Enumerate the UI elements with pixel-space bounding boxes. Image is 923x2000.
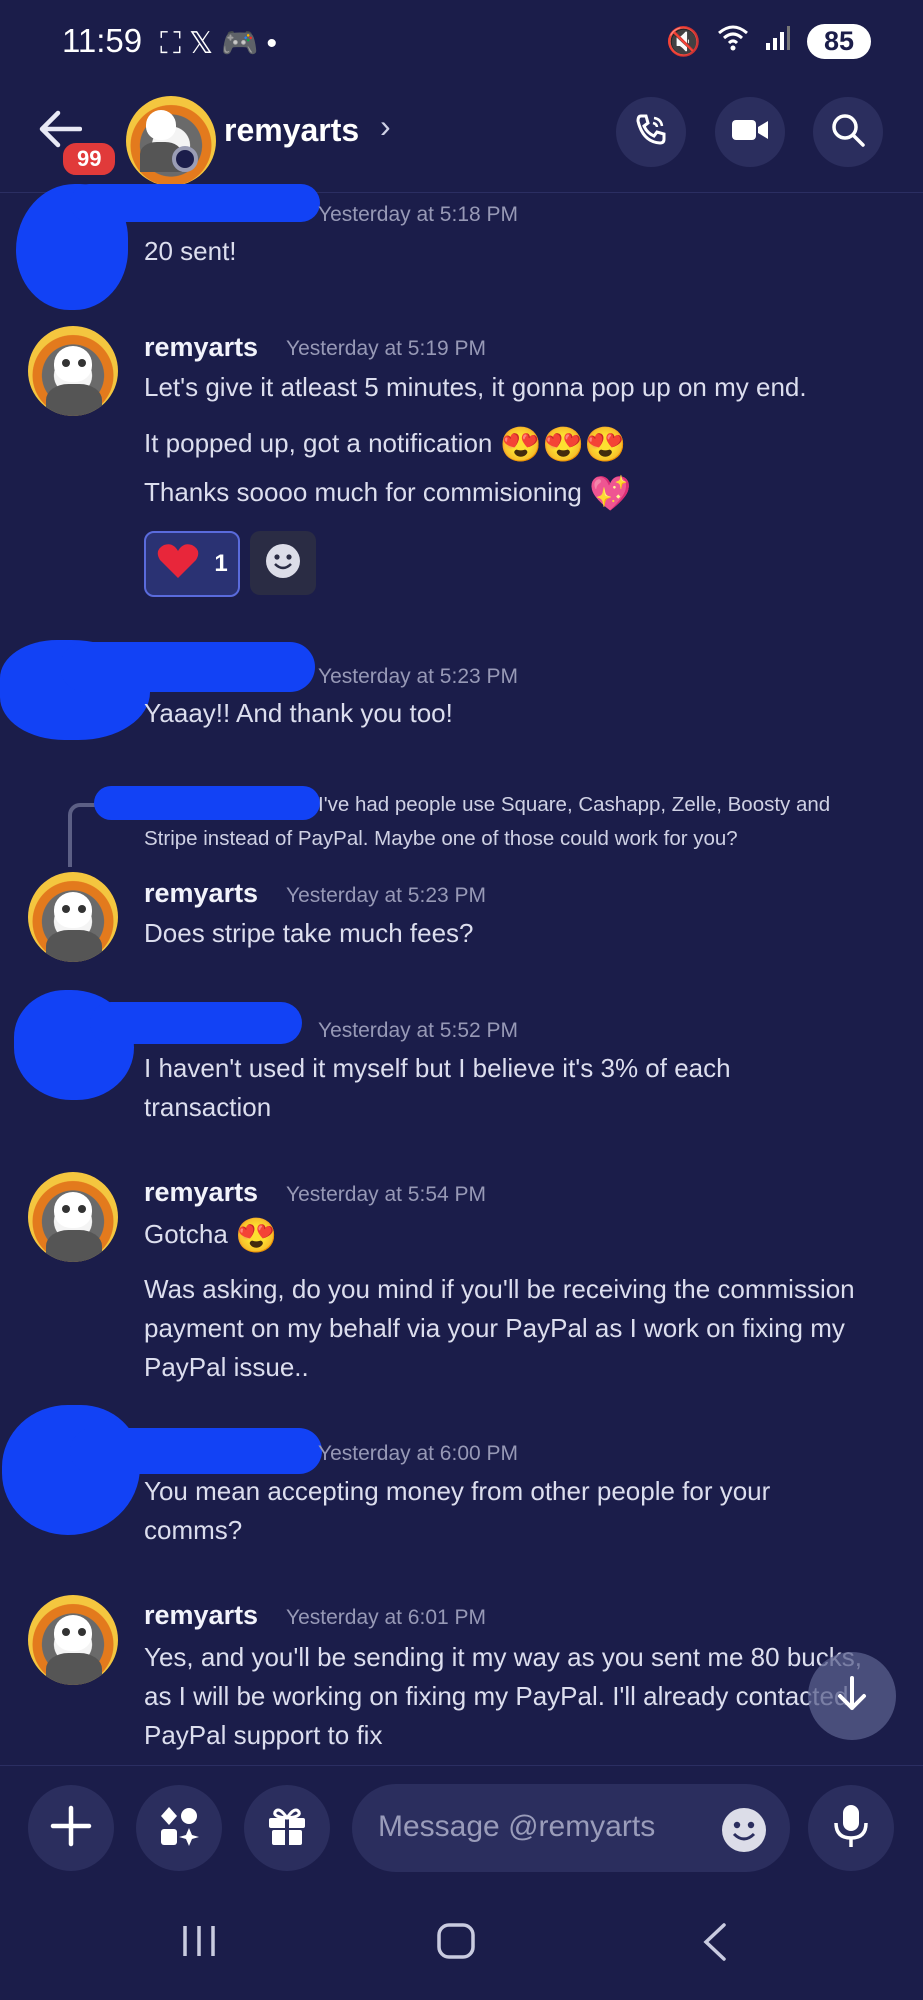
message-username[interactable]: remyarts [144, 878, 258, 909]
voice-message-button[interactable] [808, 1785, 894, 1871]
mute-icon: 🔇 [666, 26, 701, 57]
add-reaction-button[interactable] [250, 531, 316, 595]
message-text: PayPal issue.. [144, 1352, 309, 1382]
message-text: I haven't used it myself but I believe i… [144, 1053, 731, 1083]
recents-icon [180, 1922, 218, 1969]
avatar[interactable] [28, 326, 118, 416]
message-username[interactable]: remyarts [144, 332, 258, 363]
message-text-row: Thanks soooo much for commisioning 💖 [144, 473, 631, 514]
message-text: Gotcha [144, 1219, 228, 1249]
add-attachment-button[interactable] [28, 1785, 114, 1871]
message-text-row: It popped up, got a notification 😍😍😍 [144, 424, 627, 465]
redacted-username [90, 1002, 302, 1044]
message-input-placeholder: Message @remyarts [378, 1810, 656, 1843]
heart-eyes-emoji-icon: 😍 [235, 1216, 278, 1255]
microphone-icon [831, 1803, 871, 1854]
emoji-picker-button[interactable] [720, 1806, 768, 1859]
message-text: Let's give it atleast 5 minutes, it gonn… [144, 372, 807, 402]
message-timestamp: Yesterday at 6:00 PM [318, 1442, 519, 1465]
arrow-down-icon [834, 1674, 870, 1719]
video-call-button[interactable] [715, 97, 785, 167]
message-text: Thanks soooo much for commisioning [144, 477, 582, 507]
message-text: as I will be working on fixing my PayPal… [144, 1681, 849, 1711]
redacted-reply-author [94, 786, 320, 820]
message-text: 20 sent! [144, 236, 237, 266]
nav-back-icon [700, 1923, 730, 1971]
message-text: transaction [144, 1092, 272, 1122]
message-timestamp: Yesterday at 5:18 PM [318, 203, 519, 226]
status-time: 11:59 [62, 22, 143, 59]
search-icon [830, 112, 866, 153]
message-text: Does stripe take much fees? [144, 918, 474, 948]
message-text: PayPal support to fix [144, 1720, 383, 1750]
message-text: Yes, and you'll be sending it my way as … [144, 1642, 862, 1672]
apps-button[interactable] [136, 1785, 222, 1871]
battery-indicator: 85 [807, 24, 871, 59]
status-notification-icons: ⛶𝕏🎮• [160, 26, 285, 61]
discord-icon: 🎮 [221, 27, 267, 60]
redacted-username [60, 642, 315, 692]
sparkling-heart-emoji-icon: 💖 [589, 474, 632, 513]
heart-eyes-emoji-icon: 😍😍😍 [499, 425, 627, 464]
emoji-icon [264, 542, 302, 585]
redacted-username [70, 184, 320, 222]
x-icon: 𝕏 [189, 27, 222, 60]
message-text: It popped up, got a notification [144, 428, 493, 458]
message-text: payment on my behalf via your PayPal as … [144, 1313, 845, 1343]
home-button[interactable] [436, 1922, 476, 1970]
status-system-icons: 🔇 85 [666, 24, 871, 59]
scroll-to-bottom-button[interactable] [808, 1652, 896, 1740]
gift-icon [265, 1804, 309, 1853]
dot-icon: • [266, 27, 286, 60]
page-title[interactable]: remyarts [224, 112, 359, 149]
message-text: comms? [144, 1515, 243, 1545]
recents-button[interactable] [180, 1922, 218, 1970]
message-text: You mean accepting money from other peop… [144, 1476, 771, 1506]
message-text: Was asking, do you mind if you'll be rec… [144, 1274, 855, 1304]
message-timestamp: Yesterday at 6:01 PM [286, 1606, 487, 1629]
search-button[interactable] [813, 97, 883, 167]
reply-preview-text[interactable]: I've had people use Square, Cashapp, Zel… [318, 788, 830, 821]
message-timestamp: Yesterday at 5:54 PM [286, 1183, 487, 1206]
avatar[interactable] [28, 1595, 118, 1685]
screenshot-icon: ⛶ [160, 27, 189, 60]
message-text-row: Gotcha 😍 [144, 1215, 277, 1256]
unread-badge: 99 [60, 140, 119, 178]
avatar[interactable] [126, 96, 216, 186]
reaction-count: 1 [214, 550, 228, 577]
apps-icon [157, 1804, 201, 1853]
nav-back-button[interactable] [700, 1922, 730, 1972]
video-camera-icon [730, 115, 770, 150]
chevron-right-icon[interactable]: › [380, 108, 391, 145]
message-username[interactable]: remyarts [144, 1177, 258, 1208]
wifi-icon [717, 25, 749, 58]
gift-button[interactable] [244, 1785, 330, 1871]
avatar[interactable] [28, 1172, 118, 1262]
phone-icon [633, 112, 669, 153]
message-username[interactable]: remyarts [144, 1600, 258, 1631]
message-timestamp: Yesterday at 5:23 PM [318, 665, 519, 688]
reaction-heart-button[interactable]: 1 [144, 531, 240, 597]
reply-preview-text[interactable]: Stripe instead of PayPal. Maybe one of t… [144, 822, 738, 855]
heart-icon [156, 542, 200, 587]
online-status-dot [172, 146, 198, 172]
avatar[interactable] [28, 872, 118, 962]
emoji-icon [720, 1808, 768, 1858]
message-timestamp: Yesterday at 5:19 PM [286, 337, 487, 360]
home-icon [436, 1922, 476, 1969]
message-timestamp: Yesterday at 5:52 PM [318, 1019, 519, 1042]
redacted-username [70, 1428, 322, 1474]
message-timestamp: Yesterday at 5:23 PM [286, 884, 487, 907]
call-button[interactable] [616, 97, 686, 167]
signal-icon [765, 25, 791, 58]
plus-icon [49, 1804, 93, 1853]
message-text: Yaaay!! And thank you too! [144, 698, 453, 728]
